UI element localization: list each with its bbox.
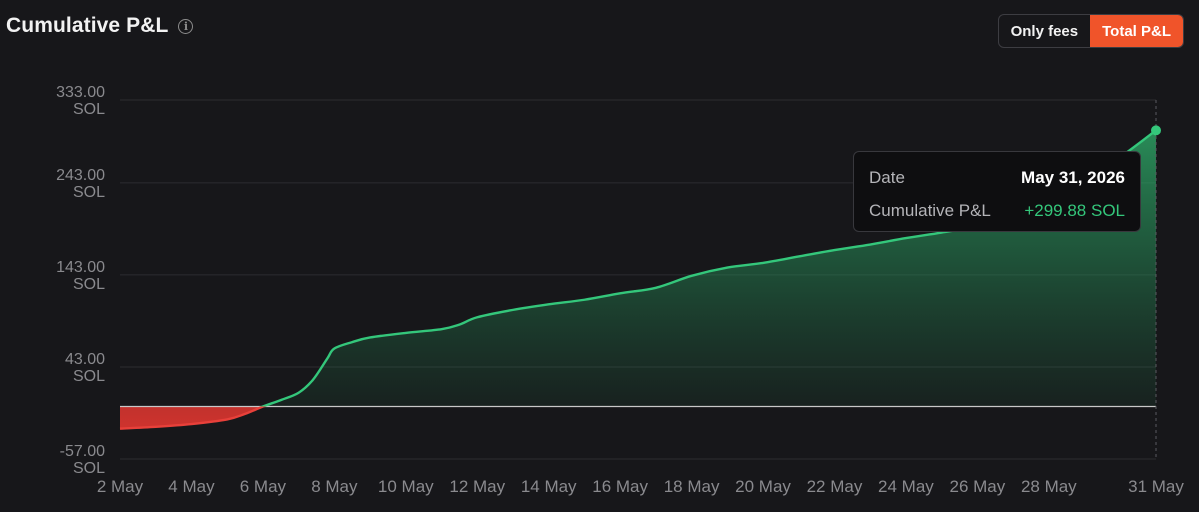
tooltip-pnl-label: Cumulative P&L <box>869 201 991 220</box>
x-tick-label: 20 May <box>735 477 791 496</box>
y-tick-label: 143.00 <box>56 259 105 276</box>
x-tick-label: 26 May <box>950 477 1006 496</box>
y-tick-unit: SOL <box>73 101 105 118</box>
y-tick-label: -57.00 <box>60 443 105 460</box>
y-tick-label: 333.00 <box>56 84 105 101</box>
x-tick-label: 28 May <box>1021 477 1077 496</box>
tooltip-date-row: Date May 31, 2026 <box>869 164 1125 192</box>
x-tick-label: 16 May <box>592 477 648 496</box>
y-tick-label: 43.00 <box>65 351 105 368</box>
tooltip-date-value: May 31, 2026 <box>1021 168 1125 187</box>
hover-point[interactable] <box>1151 125 1161 136</box>
y-tick-unit: SOL <box>73 460 105 477</box>
tooltip-pnl-row: Cumulative P&L +299.88 SOL <box>869 197 1125 225</box>
x-tick-label: 14 May <box>521 477 577 496</box>
data-tooltip: Date May 31, 2026 Cumulative P&L +299.88… <box>853 151 1141 232</box>
y-tick-unit: SOL <box>73 184 105 201</box>
tooltip-date-label: Date <box>869 168 905 187</box>
y-tick-label: 243.00 <box>56 167 105 184</box>
x-tick-label: 6 May <box>240 477 287 496</box>
x-tick-label: 8 May <box>311 477 358 496</box>
x-tick-label: 12 May <box>449 477 505 496</box>
pnl-chart: 333.00SOL243.00SOL143.00SOL43.00SOL-57.0… <box>56 84 1184 496</box>
x-tick-label: 31 May <box>1128 477 1184 496</box>
y-tick-unit: SOL <box>73 368 105 385</box>
x-tick-label: 22 May <box>807 477 863 496</box>
x-tick-label: 2 May <box>97 477 144 496</box>
x-tick-label: 18 May <box>664 477 720 496</box>
tooltip-pnl-value: +299.88 SOL <box>1024 201 1125 220</box>
x-tick-label: 24 May <box>878 477 934 496</box>
x-tick-label: 10 May <box>378 477 434 496</box>
x-tick-label: 4 May <box>168 477 215 496</box>
y-tick-unit: SOL <box>73 276 105 293</box>
